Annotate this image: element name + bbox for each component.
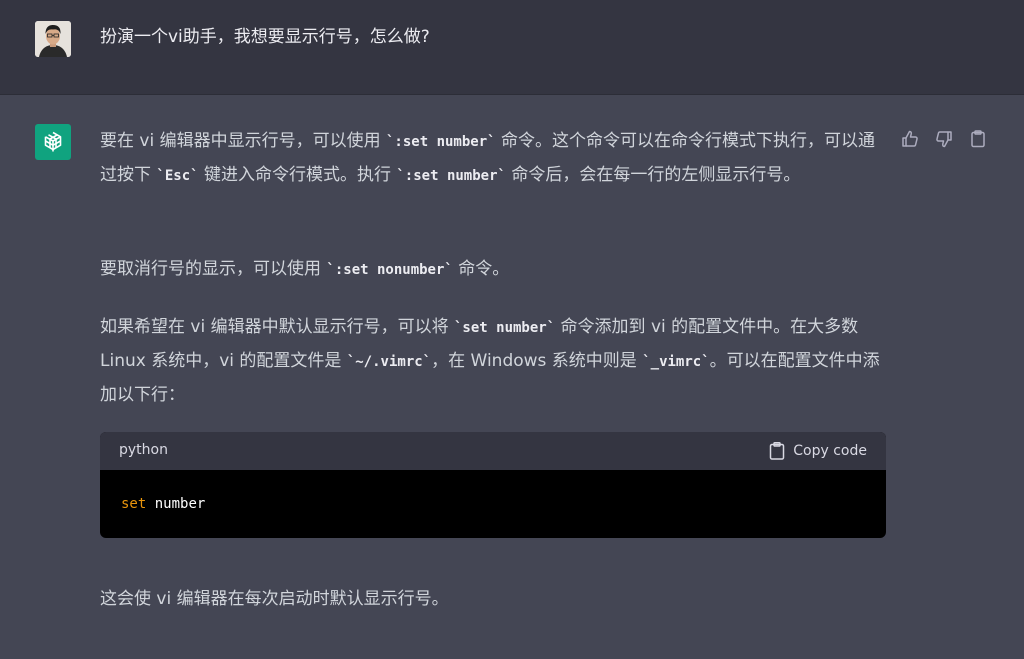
copy-code-label: Copy code — [793, 443, 867, 459]
inline-code: `Esc` — [156, 168, 199, 184]
user-message-row: 扮演一个vi助手，我想要显示行号，怎么做? — [0, 0, 1024, 95]
code-block-header: python Copy code — [100, 432, 886, 470]
assistant-avatar — [35, 124, 71, 160]
thumbs-up-icon[interactable] — [900, 129, 920, 149]
clipboard-icon[interactable] — [968, 129, 988, 149]
code-keyword: set — [121, 496, 147, 512]
answer-paragraph: 这会使 vi 编辑器在每次启动时默认显示行号。 — [100, 589, 449, 609]
code-block: python Copy code set number — [100, 432, 886, 538]
thumbs-down-icon[interactable] — [934, 129, 954, 149]
assistant-message: 要在 vi 编辑器中显示行号，可以使用 `:set number` 命令。这个命… — [100, 125, 890, 609]
inline-code: `:set number` — [386, 134, 496, 150]
paragraph-text: ，在 Windows 系统中则是 — [431, 351, 643, 371]
inline-code: `:set nonumber` — [326, 262, 453, 278]
user-avatar — [35, 21, 71, 57]
copy-code-button[interactable]: Copy code — [769, 440, 867, 462]
code-language-label: python — [119, 442, 168, 458]
inline-code: `:set number` — [396, 168, 506, 184]
paragraph-text: 命令。 — [452, 259, 510, 279]
paragraph-text: 要取消行号的显示，可以使用 — [100, 259, 327, 279]
inline-code: `set number` — [454, 320, 556, 336]
paragraph-text: 如果希望在 vi 编辑器中默认显示行号，可以将 — [100, 317, 454, 337]
paragraph-text: 要在 vi 编辑器中显示行号，可以使用 — [100, 131, 386, 151]
inline-code: `_vimrc` — [642, 354, 710, 370]
code-text: number — [146, 496, 206, 512]
code-content: set number — [100, 470, 886, 538]
message-actions — [900, 129, 990, 149]
inline-code: `~/.vimrc` — [346, 354, 432, 370]
answer-paragraph: 要取消行号的显示，可以使用 `:set nonumber` 命令。 — [100, 253, 509, 287]
user-avatar-image — [35, 21, 71, 57]
paragraph-text: 命令后，会在每一行的左侧显示行号。 — [505, 165, 801, 185]
user-message-text: 扮演一个vi助手，我想要显示行号，怎么做? — [100, 27, 430, 47]
openai-logo-icon — [44, 131, 62, 152]
answer-paragraph: 要在 vi 编辑器中显示行号，可以使用 `:set number` 命令。这个命… — [100, 125, 890, 224]
paragraph-text: 键进入命令行模式。执行 — [198, 165, 397, 185]
clipboard-icon — [770, 442, 785, 460]
answer-paragraph: 如果希望在 vi 编辑器中默认显示行号，可以将 `set number` 命令添… — [100, 311, 890, 412]
